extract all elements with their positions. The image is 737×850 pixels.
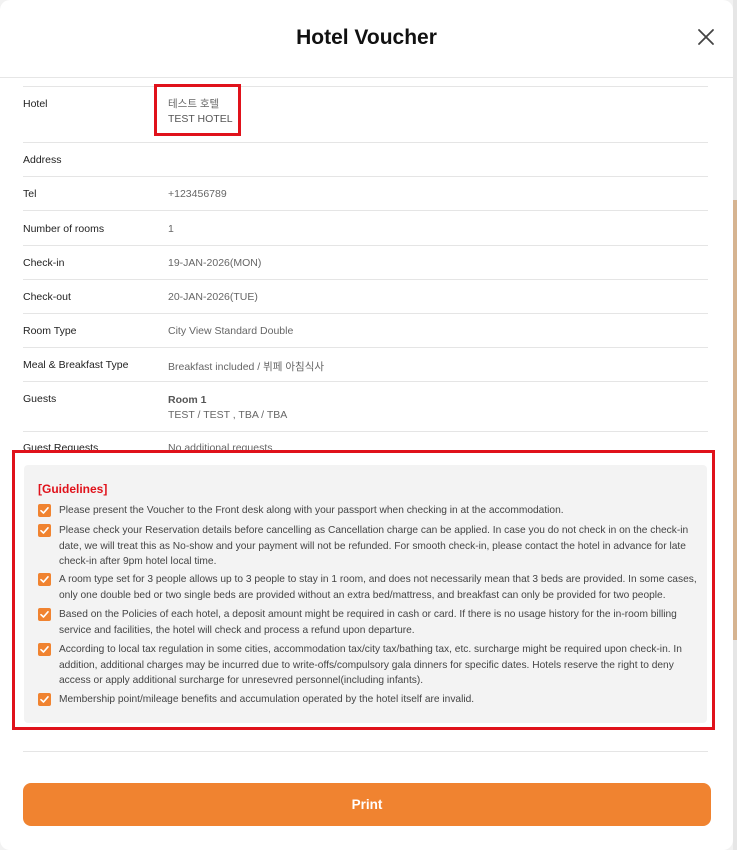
modal-header: Hotel Voucher xyxy=(0,0,733,78)
meal-value: Breakfast included / 뷔페 아침식사 xyxy=(168,361,325,373)
row-guests: Guests Room 1 TEST / TEST , TBA / TBA xyxy=(23,382,708,432)
checkin-value: 19-JAN-2026(MON) xyxy=(168,257,262,269)
row-hotel: Hotel 테스트 호텔 TEST HOTEL xyxy=(23,86,708,143)
page-scrollbar[interactable] xyxy=(733,0,737,850)
room-type-value: City View Standard Double xyxy=(168,325,294,337)
checkin-label: Check-in xyxy=(23,257,65,269)
hotel-highlight-box xyxy=(154,84,241,136)
checkout-label: Check-out xyxy=(23,291,71,303)
rooms-value: 1 xyxy=(168,223,174,235)
guests-room: Room 1 xyxy=(168,394,207,406)
hotel-label: Hotel xyxy=(23,98,48,110)
row-checkin: Check-in 19-JAN-2026(MON) xyxy=(23,246,708,280)
rooms-label: Number of rooms xyxy=(23,223,105,235)
voucher-details-table: Hotel 테스트 호텔 TEST HOTEL Address Tel +123… xyxy=(23,78,708,458)
row-rooms: Number of rooms 1 xyxy=(23,211,708,246)
address-label: Address xyxy=(23,154,62,166)
guests-value: Room 1 TEST / TEST , TBA / TBA xyxy=(168,393,287,423)
meal-label: Meal & Breakfast Type xyxy=(23,359,129,371)
room-type-label: Room Type xyxy=(23,325,77,337)
divider xyxy=(23,751,708,752)
modal-title: Hotel Voucher xyxy=(296,26,437,49)
row-address: Address xyxy=(23,143,708,177)
guidelines-highlight-box xyxy=(12,450,715,730)
guests-names: TEST / TEST , TBA / TBA xyxy=(168,409,288,421)
tel-label: Tel xyxy=(23,188,37,200)
row-room-type: Room Type City View Standard Double xyxy=(23,314,708,348)
scrollbar-thumb[interactable] xyxy=(733,200,737,640)
hotel-voucher-modal: Hotel Voucher Hotel 테스트 호텔 TEST HOTEL Ad… xyxy=(0,0,733,850)
row-meal: Meal & Breakfast Type Breakfast included… xyxy=(23,348,708,382)
guests-label: Guests xyxy=(23,393,57,405)
checkout-value: 20-JAN-2026(TUE) xyxy=(168,291,258,303)
print-button[interactable]: Print xyxy=(23,783,711,826)
row-checkout: Check-out 20-JAN-2026(TUE) xyxy=(23,280,708,314)
tel-value: +123456789 xyxy=(168,188,227,200)
close-button[interactable] xyxy=(695,26,717,48)
row-tel: Tel +123456789 xyxy=(23,177,708,211)
close-icon xyxy=(698,29,714,45)
